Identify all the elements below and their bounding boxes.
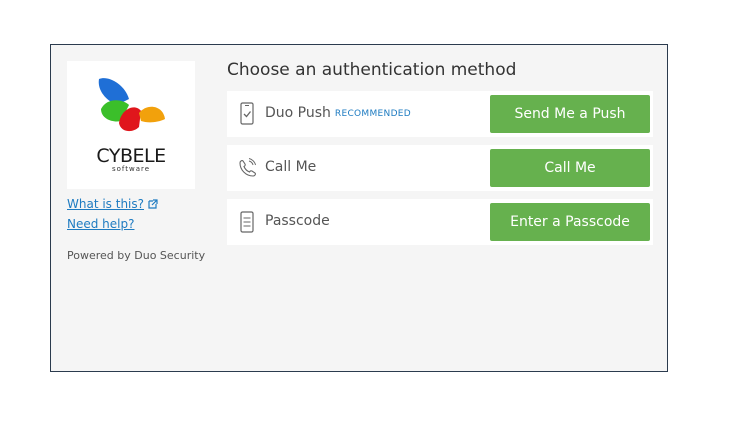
company-logo: CYBELE software <box>67 61 195 189</box>
method-label: Call Me <box>265 159 317 175</box>
powered-by-text: Powered by Duo Security <box>67 249 206 262</box>
method-label: Duo Push RECOMMENDED <box>265 105 411 121</box>
logo-wordmark: CYBELE <box>96 145 166 167</box>
what-is-this-link[interactable]: What is this? <box>67 197 158 211</box>
what-is-this-label: What is this? <box>67 197 145 211</box>
call-me-button[interactable]: Call Me <box>490 149 650 187</box>
butterfly-logo-icon <box>98 78 165 132</box>
page-title: Choose an authentication method <box>227 60 517 80</box>
auth-method-duo-push: Duo Push RECOMMENDED Send Me a Push <box>227 91 653 137</box>
send-push-button[interactable]: Send Me a Push <box>490 95 650 133</box>
auth-method-call-me: Call Me Call Me <box>227 145 653 191</box>
method-name: Duo Push <box>265 105 331 121</box>
phone-call-icon <box>239 158 256 177</box>
passcode-icon <box>240 211 254 233</box>
need-help-link[interactable]: Need help? <box>67 217 134 231</box>
phone-push-icon <box>240 102 254 125</box>
duo-auth-frame: CYBELE software What is this? Need help?… <box>50 44 668 372</box>
auth-method-passcode: Passcode Enter a Passcode <box>227 199 653 245</box>
method-label: Passcode <box>265 213 330 229</box>
enter-passcode-button[interactable]: Enter a Passcode <box>490 203 650 241</box>
recommended-badge: RECOMMENDED <box>334 109 412 119</box>
logo-tagline: software <box>111 165 151 173</box>
external-link-icon <box>148 199 158 209</box>
